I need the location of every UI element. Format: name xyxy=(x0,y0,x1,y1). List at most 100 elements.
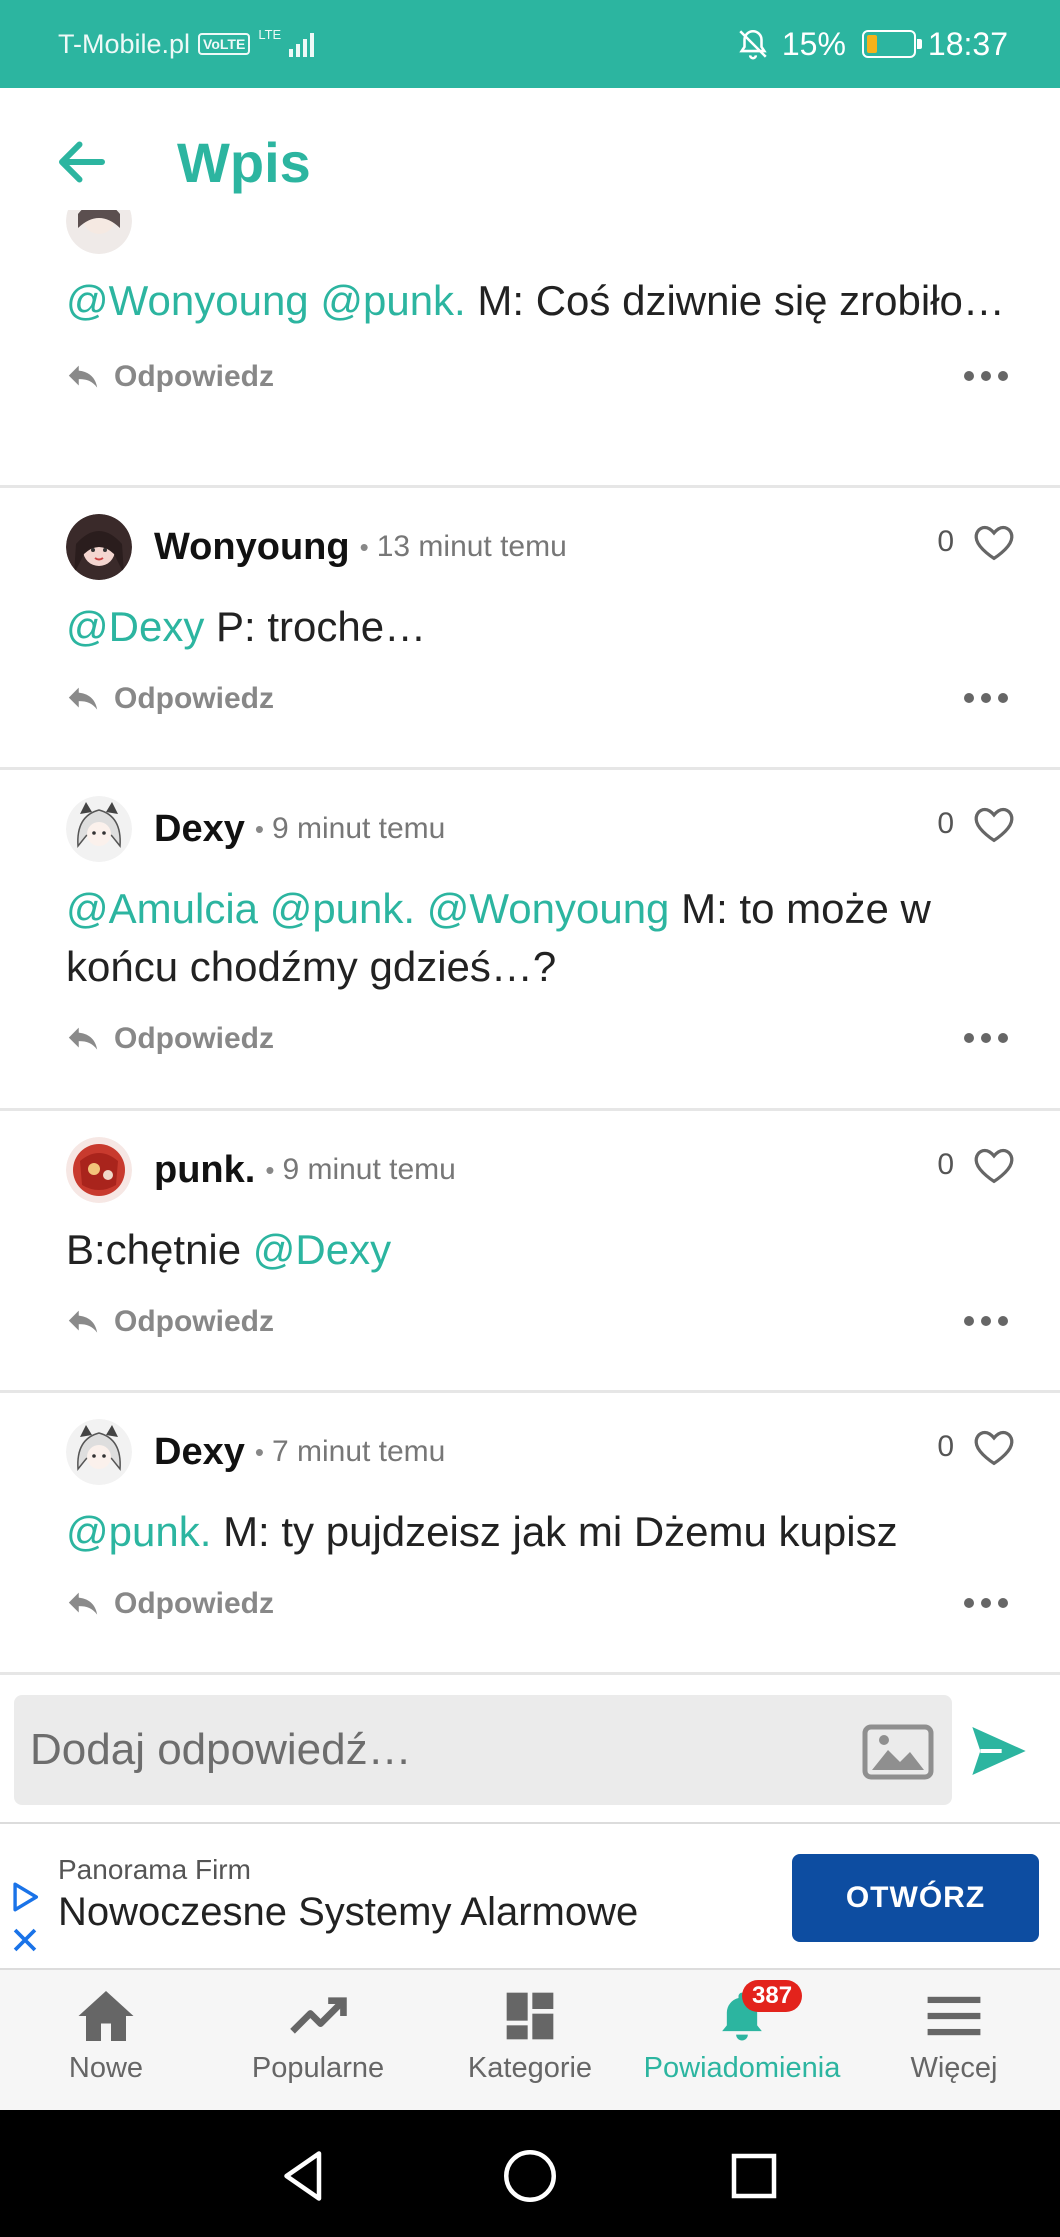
reply-label: Odpowiedz xyxy=(114,1022,274,1055)
reply-label: Odpowiedz xyxy=(114,360,274,393)
avatar[interactable] xyxy=(66,514,132,580)
lte-indicator: LTE xyxy=(258,26,282,42)
like-control[interactable]: 0 xyxy=(937,1427,1016,1467)
separator-dot: • xyxy=(254,813,264,844)
comment: Wonyoung • 13 minut temu 0 @Dexy P: troc… xyxy=(0,488,1060,770)
avatar[interactable] xyxy=(66,1137,132,1203)
reply-composer xyxy=(0,1672,1060,1822)
comment-body: P: troche… xyxy=(216,603,427,650)
more-options-icon[interactable] xyxy=(964,1316,1008,1326)
author-name[interactable]: Wonyoung xyxy=(154,526,350,569)
battery-icon xyxy=(861,30,922,58)
ad-icons xyxy=(8,1880,42,1962)
nav-item-categories[interactable]: Kategorie xyxy=(424,1970,636,2110)
more-options-icon[interactable] xyxy=(964,1033,1008,1043)
battery-percent: 15% xyxy=(781,25,846,62)
mention-link[interactable]: @Dexy xyxy=(253,1226,391,1273)
heart-icon[interactable] xyxy=(972,804,1016,844)
comment-actions: Odpowiedz xyxy=(0,1565,1060,1643)
image-icon[interactable] xyxy=(862,1723,934,1781)
ad-open-button[interactable]: OTWÓRZ xyxy=(792,1854,1039,1942)
nav-label: Popularne xyxy=(251,2052,385,2084)
status-right: 15% 18:37 xyxy=(736,0,1008,88)
comment: Dexy • 7 minut temu 0 @punk. M: ty pujdz… xyxy=(0,1393,1060,1668)
comment-actions: Odpowiedz xyxy=(0,338,1060,416)
comment-text: B:chętnie @Dexy xyxy=(0,1221,1060,1279)
adchoices-icon[interactable] xyxy=(8,1880,42,1914)
more-options-icon[interactable] xyxy=(964,1598,1008,1608)
reply-label: Odpowiedz xyxy=(114,1305,274,1338)
separator-dot: • xyxy=(254,1436,264,1467)
mention-link[interactable]: @punk. xyxy=(320,277,465,324)
reply-icon xyxy=(68,687,98,710)
comment-actions: Odpowiedz xyxy=(0,1000,1060,1078)
nav-item-notifications[interactable]: 387 Powiadomienia xyxy=(636,1970,848,2110)
like-control[interactable]: 0 xyxy=(937,1145,1016,1185)
comment-header: Dexy • 7 minut temu 0 xyxy=(0,1409,1060,1495)
heart-icon[interactable] xyxy=(972,522,1016,562)
avatar[interactable] xyxy=(66,210,132,254)
reply-button[interactable]: Odpowiedz xyxy=(66,1022,274,1056)
close-icon[interactable] xyxy=(8,1923,42,1957)
ad-sponsor: Panorama Firm xyxy=(58,1854,251,1885)
mute-notifications-icon xyxy=(739,29,767,60)
comment-actions: Odpowiedz xyxy=(0,660,1060,738)
comment-body: M: ty pujdzeisz jak mi Dżemu kupisz xyxy=(223,1508,898,1555)
author-name[interactable]: Dexy xyxy=(154,1431,245,1474)
mention-link[interactable]: @Wonyoung xyxy=(427,885,670,932)
reply-button[interactable]: Odpowiedz xyxy=(66,1305,274,1339)
nav-label: Nowe xyxy=(68,2052,144,2084)
more-options-icon[interactable] xyxy=(964,693,1008,703)
send-icon[interactable] xyxy=(964,1719,1034,1783)
mention-link[interactable]: @Wonyoung xyxy=(66,277,309,324)
nav-item-new[interactable]: Nowe xyxy=(0,1970,212,2110)
carrier-label: T-Mobile.pl xyxy=(58,28,191,59)
reply-button[interactable]: Odpowiedz xyxy=(66,360,274,394)
nav-label: Kategorie xyxy=(467,2052,593,2084)
reply-icon xyxy=(68,1027,98,1050)
reply-button[interactable]: Odpowiedz xyxy=(66,1587,274,1621)
nav-item-more[interactable]: Więcej xyxy=(848,1970,1060,2110)
reply-input[interactable] xyxy=(14,1695,952,1805)
reply-button[interactable]: Odpowiedz xyxy=(66,682,274,716)
like-count: 0 xyxy=(937,1148,954,1181)
comment-body: M: Coś dziwnie się zrobiło… xyxy=(477,277,1005,324)
home-icon xyxy=(74,1986,138,2046)
trending-icon xyxy=(286,1986,350,2046)
timestamp: 13 minut temu xyxy=(376,530,567,563)
mention-link[interactable]: @Amulcia xyxy=(66,885,258,932)
mention-link[interactable]: @punk. xyxy=(66,1508,211,1555)
comment-header: Wonyoung • 13 minut temu 0 xyxy=(0,504,1060,590)
ad-title[interactable]: Nowoczesne Systemy Alarmowe xyxy=(58,1890,638,1935)
more-options-icon[interactable] xyxy=(964,371,1008,381)
notification-badge: 387 xyxy=(742,1980,803,2012)
separator-dot: • xyxy=(359,531,369,562)
system-recents-icon[interactable] xyxy=(724,2146,784,2206)
comment-header: Dexy • 9 minut temu 0 xyxy=(0,786,1060,872)
comment-text: @Wonyoung @punk. M: Coś dziwnie się zrob… xyxy=(0,272,1060,330)
page-title: Wpis xyxy=(177,131,311,194)
heart-icon[interactable] xyxy=(972,1145,1016,1185)
reply-icon xyxy=(68,365,98,388)
avatar[interactable] xyxy=(66,1419,132,1485)
ad-banner[interactable]: Panorama Firm Nowoczesne Systemy Alarmow… xyxy=(0,1822,1060,1970)
like-count: 0 xyxy=(937,807,954,840)
heart-icon[interactable] xyxy=(972,1427,1016,1467)
back-arrow-icon[interactable] xyxy=(52,132,112,192)
author-name[interactable]: punk. xyxy=(154,1149,255,1192)
volte-indicator: VoLTE xyxy=(198,33,251,55)
nav-label: Więcej xyxy=(910,2052,998,2084)
author-name[interactable]: Dexy xyxy=(154,808,245,851)
like-control[interactable]: 0 xyxy=(937,522,1016,562)
avatar[interactable] xyxy=(66,796,132,862)
signal-icon xyxy=(289,31,315,57)
timestamp: 7 minut temu xyxy=(271,1435,446,1468)
comment-feed[interactable]: @Wonyoung @punk. M: Coś dziwnie się zrob… xyxy=(0,210,1060,1668)
like-control[interactable]: 0 xyxy=(937,804,1016,844)
system-home-icon[interactable] xyxy=(500,2146,560,2206)
system-back-icon[interactable] xyxy=(274,2146,334,2206)
mention-link[interactable]: @punk. xyxy=(270,885,415,932)
nav-item-popular[interactable]: Popularne xyxy=(212,1970,424,2110)
like-count: 0 xyxy=(937,525,954,558)
mention-link[interactable]: @Dexy xyxy=(66,603,204,650)
